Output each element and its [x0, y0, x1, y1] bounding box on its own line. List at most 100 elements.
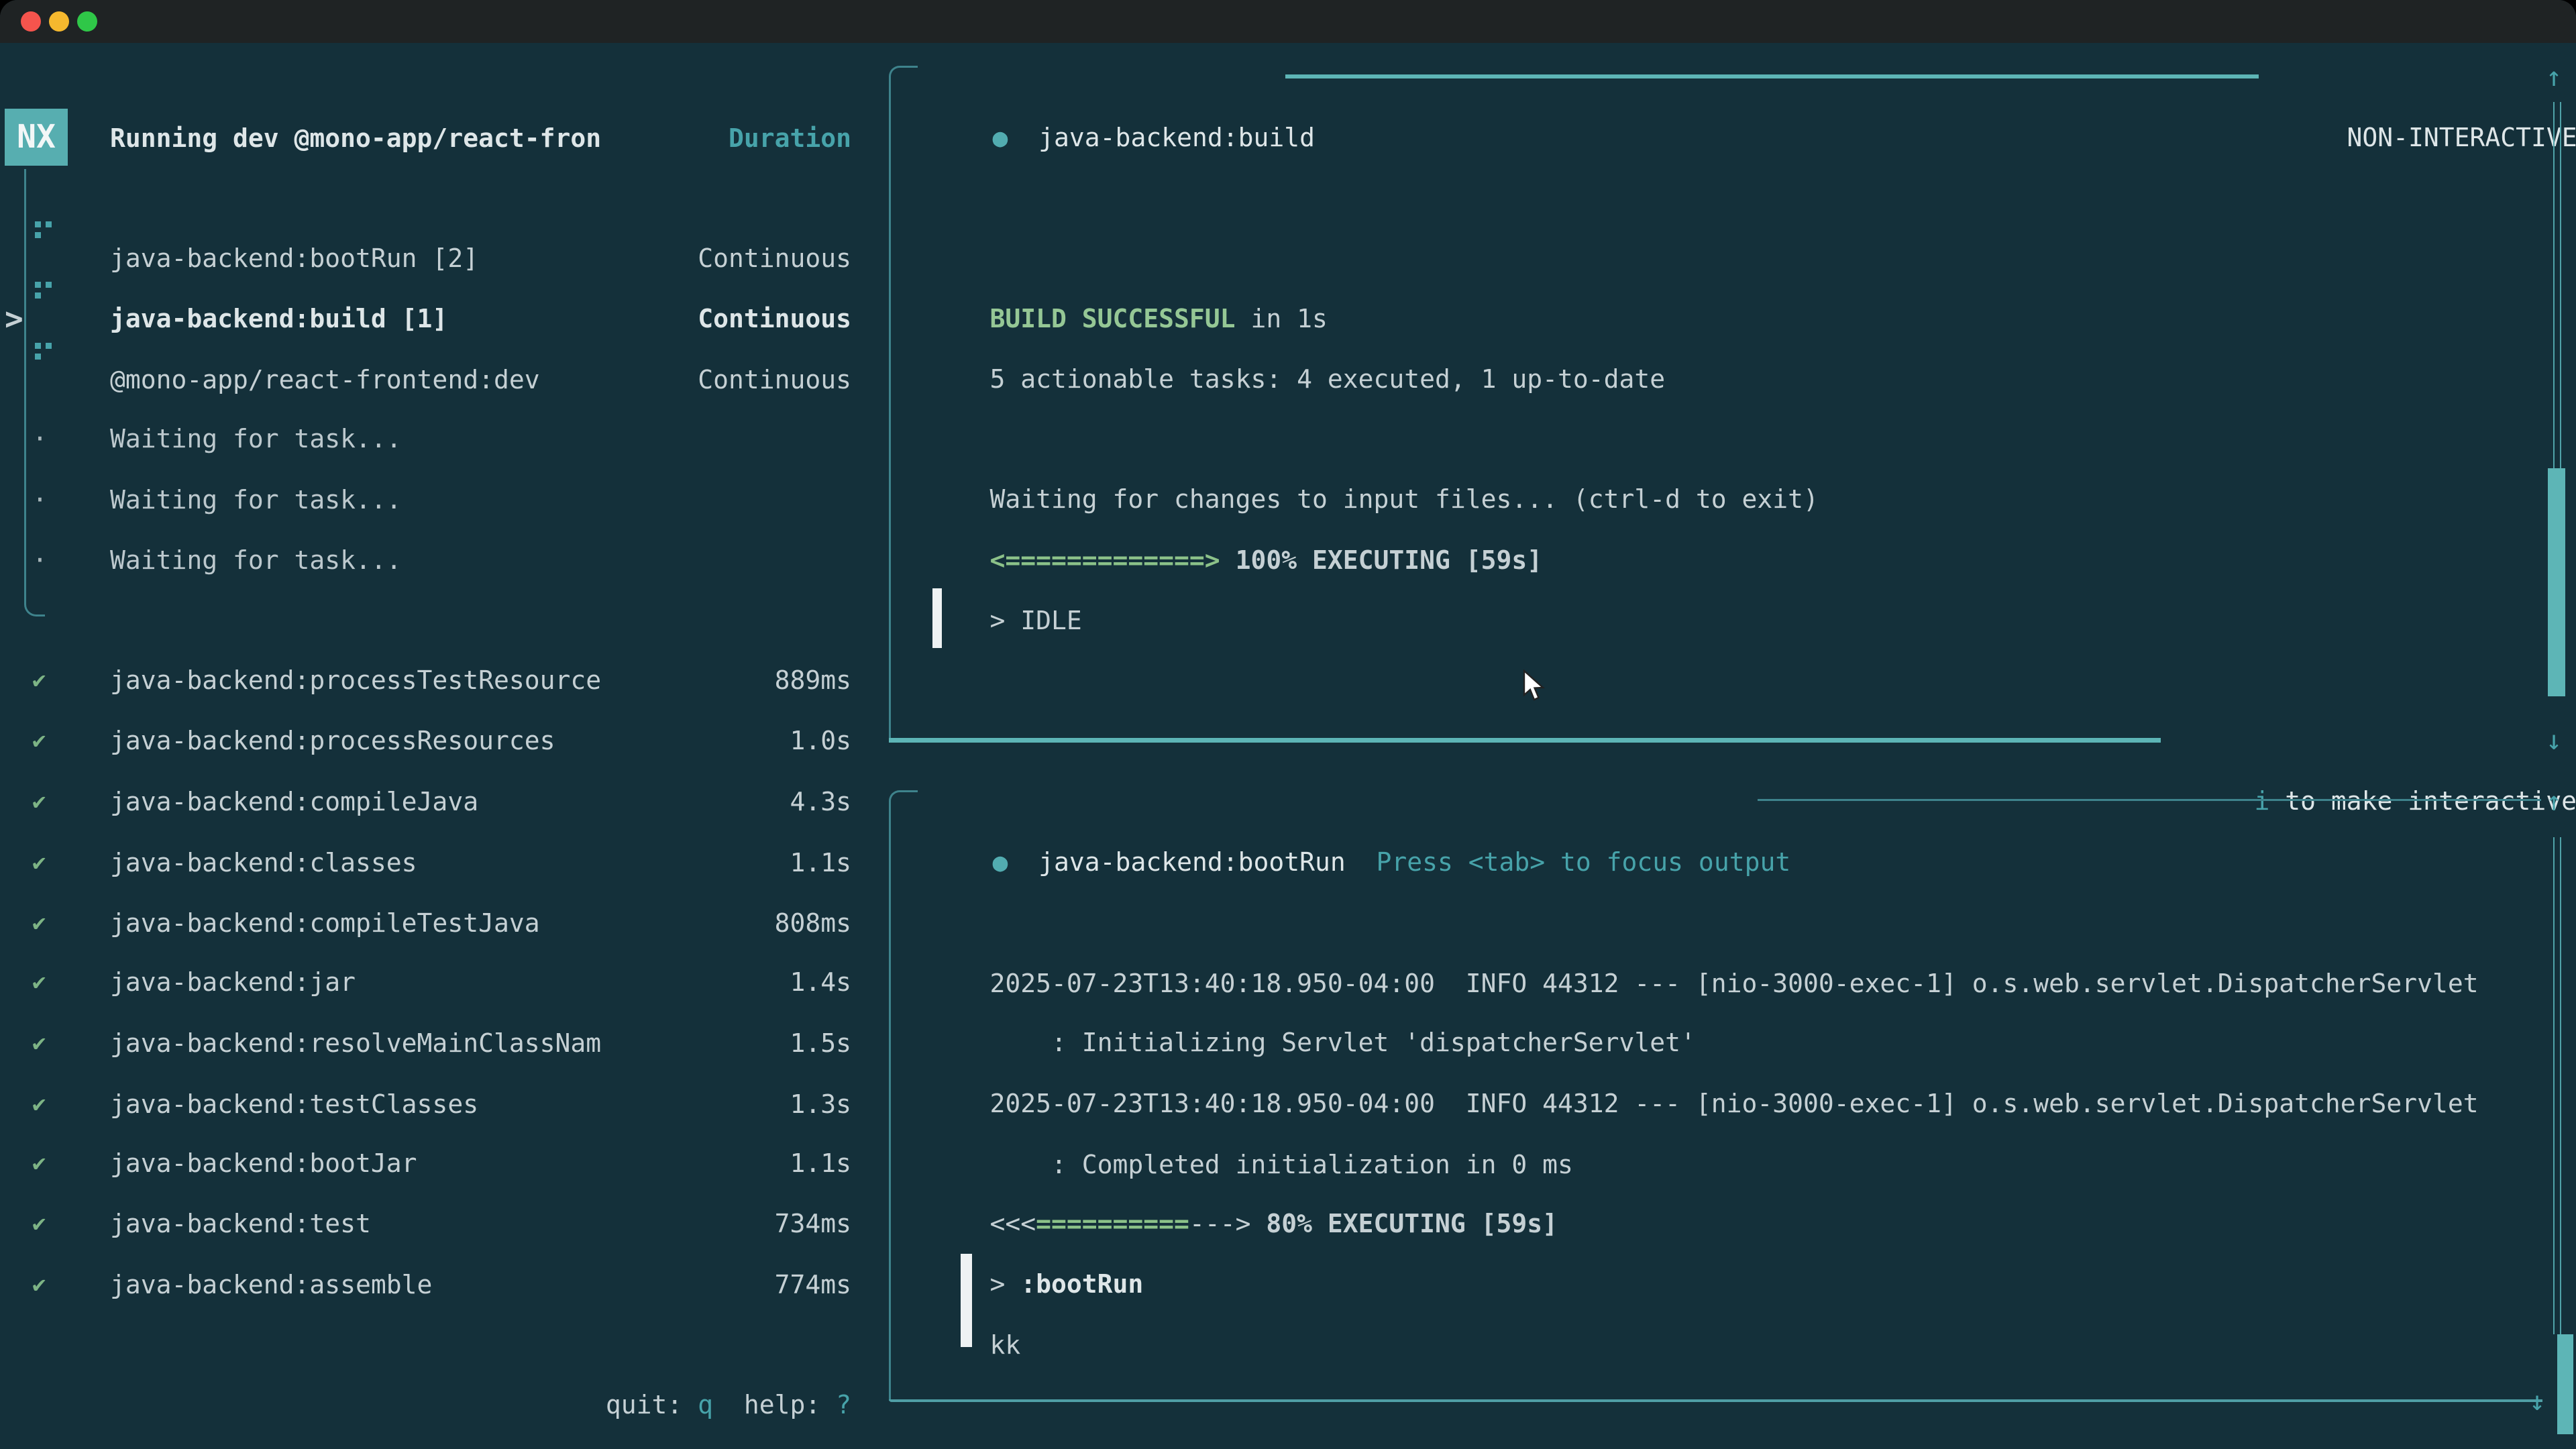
- build-panel-title: java-backend:build: [1038, 123, 1315, 152]
- scroll-up-arrow-icon[interactable]: ↑: [2546, 47, 2562, 107]
- scrollbar-thumb[interactable]: [2548, 468, 2565, 696]
- waiting-bullet-icon: ·: [32, 530, 72, 590]
- bootrun-panel-title: java-backend:bootRun: [1038, 847, 1346, 877]
- close-button[interactable]: [21, 11, 41, 32]
- quit-label: quit:: [606, 1390, 698, 1419]
- task-name: java-backend:test: [110, 1193, 371, 1254]
- waiting-label: Waiting for task...: [110, 470, 402, 530]
- task-duration: 1.0s: [790, 710, 851, 771]
- task-status: Continuous: [698, 228, 851, 288]
- bootrun-panel-border-corner: [889, 790, 918, 822]
- panel-bullet-icon: ●: [993, 847, 1008, 877]
- build-panel-border-bottom: [889, 738, 2161, 743]
- help-key: ?: [836, 1390, 851, 1419]
- check-icon: ✔: [32, 1013, 72, 1073]
- build-panel-border-corner: [889, 66, 918, 97]
- task-row-frontend-dev[interactable]: @mono-app/react-frontend:dev Continuous: [0, 350, 889, 410]
- scrollbar-track[interactable]: [2553, 837, 2561, 1334]
- log-line: 2025-07-23T13:40:18.950-04:00 INFO 44312…: [928, 893, 2479, 953]
- scroll-down-arrow-icon[interactable]: ↓: [2529, 1371, 2545, 1432]
- bootrun-input-line[interactable]: kk: [928, 1254, 1020, 1315]
- task-row-done[interactable]: ✔ java-backend:bootJar 1.1s: [0, 1133, 889, 1193]
- build-panel-header[interactable]: ● java-backend:build: [931, 47, 1315, 107]
- progress-tail: --->: [1189, 1209, 1251, 1238]
- task-row-done[interactable]: ✔ java-backend:processTestResource 889ms: [0, 650, 889, 710]
- maximize-button[interactable]: [77, 11, 97, 32]
- task-row-waiting: · Waiting for task...: [0, 409, 889, 469]
- task-name: java-backend:compileJava: [110, 771, 478, 832]
- task-name: java-backend:processResources: [110, 710, 555, 771]
- sidebar-footer: ← 1/2 → quit: q help: ?: [0, 1375, 889, 1435]
- waiting-bullet-icon: ·: [32, 470, 72, 530]
- terminal-cursor: [961, 1254, 972, 1347]
- log-line: : Completed initialization in 0 ms: [928, 1074, 1573, 1134]
- build-panel-border-left: [889, 94, 891, 741]
- log-line: : Initializing Servlet 'dispatcherServle…: [928, 952, 1696, 1012]
- task-name: java-backend:bootJar: [110, 1133, 417, 1193]
- hint-key: i: [2255, 786, 2270, 816]
- spinner-icon: [35, 221, 41, 227]
- terminal-window: NX Running dev @mono-app/react-fron Dura…: [0, 0, 2576, 1449]
- waiting-bullet-icon: ·: [32, 409, 72, 469]
- task-row-done[interactable]: ✔ java-backend:assemble 774ms: [0, 1254, 889, 1315]
- interactive-hint: i to make interactive: [2193, 710, 2576, 771]
- summary-text: 5 actionable tasks: 4 executed, 1 up-to-…: [990, 364, 1666, 394]
- task-name: java-backend:assemble: [110, 1254, 432, 1315]
- task-name: java-backend:bootRun [2]: [110, 228, 478, 288]
- bootrun-panel-header[interactable]: ● java-backend:bootRun Press <tab> to fo…: [931, 771, 1790, 832]
- progress-label: 80% EXECUTING [59s]: [1250, 1209, 1558, 1238]
- check-icon: ✔: [32, 1133, 72, 1193]
- typed-input: kk: [990, 1330, 1021, 1360]
- task-status: Continuous: [698, 288, 851, 349]
- scroll-down-arrow-icon[interactable]: ↓: [2546, 710, 2562, 771]
- task-duration: 889ms: [775, 650, 851, 710]
- task-row-done[interactable]: ✔ java-backend:resolveMainClassNam 1.5s: [0, 1013, 889, 1073]
- task-name: @mono-app/react-frontend:dev: [110, 350, 540, 410]
- check-icon: ✔: [32, 1074, 72, 1134]
- waiting-label: Waiting for task...: [110, 409, 402, 469]
- task-name: java-backend:processTestResource: [110, 650, 601, 710]
- check-icon: ✔: [32, 952, 72, 1012]
- task-duration: 808ms: [775, 893, 851, 953]
- mode-label: NON-INTERACTIVE: [2347, 123, 2576, 152]
- task-row-done[interactable]: ✔ java-backend:testClasses 1.3s: [0, 1074, 889, 1134]
- scroll-up-arrow-icon[interactable]: ↑: [2546, 771, 2562, 832]
- task-duration: 4.3s: [790, 771, 851, 832]
- window-titlebar: [0, 0, 2576, 43]
- task-row-waiting: · Waiting for task...: [0, 530, 889, 590]
- task-name: java-backend:classes: [110, 833, 417, 893]
- task-row-build-selected[interactable]: java-backend:build [1] Continuous: [0, 288, 889, 349]
- prompt-text: IDLE: [1020, 606, 1082, 635]
- task-row-waiting: · Waiting for task...: [0, 470, 889, 530]
- page-prev-arrow-icon[interactable]: ←: [22, 1435, 38, 1449]
- check-icon: ✔: [32, 1254, 72, 1315]
- scrollbar-thumb[interactable]: [2557, 1334, 2573, 1434]
- help-label: help:: [744, 1390, 836, 1419]
- task-duration: 1.1s: [790, 1133, 851, 1193]
- panel-bullet-icon: ●: [993, 123, 1008, 152]
- sidebar-header: Running dev @mono-app/react-fron Duratio…: [0, 108, 889, 168]
- hint-gap: [713, 1390, 744, 1419]
- task-row-done[interactable]: ✔ java-backend:processResources 1.0s: [0, 710, 889, 771]
- quit-key: q: [698, 1390, 713, 1419]
- task-duration: 1.3s: [790, 1074, 851, 1134]
- task-row-done[interactable]: ✔ java-backend:test 734ms: [0, 1193, 889, 1254]
- scrollbar-track[interactable]: [2553, 102, 2561, 468]
- check-icon: ✔: [32, 893, 72, 953]
- sidebar-title: Running dev @mono-app/react-fron: [110, 108, 601, 168]
- task-row-done[interactable]: ✔ java-backend:compileJava 4.3s: [0, 771, 889, 832]
- task-row-done[interactable]: ✔ java-backend:classes 1.1s: [0, 833, 889, 893]
- check-icon: ✔: [32, 650, 72, 710]
- task-row-done[interactable]: ✔ java-backend:jar 1.4s: [0, 952, 889, 1012]
- build-result-line: BUILD SUCCESSFUL in 1s: [928, 228, 1328, 288]
- check-icon: ✔: [32, 771, 72, 832]
- build-waiting-line: Waiting for changes to input files... (c…: [928, 409, 1819, 469]
- task-name: java-backend:jar: [110, 952, 356, 1012]
- task-name: java-backend:compileTestJava: [110, 893, 540, 953]
- check-icon: ✔: [32, 833, 72, 893]
- task-row-bootrun[interactable]: java-backend:bootRun [2] Continuous: [0, 228, 889, 288]
- build-summary-line: 5 actionable tasks: 4 executed, 1 up-to-…: [928, 288, 1665, 349]
- task-row-done[interactable]: ✔ java-backend:compileTestJava 808ms: [0, 893, 889, 953]
- focus-output-hint: Press <tab> to focus output: [1377, 847, 1791, 877]
- minimize-button[interactable]: [49, 11, 69, 32]
